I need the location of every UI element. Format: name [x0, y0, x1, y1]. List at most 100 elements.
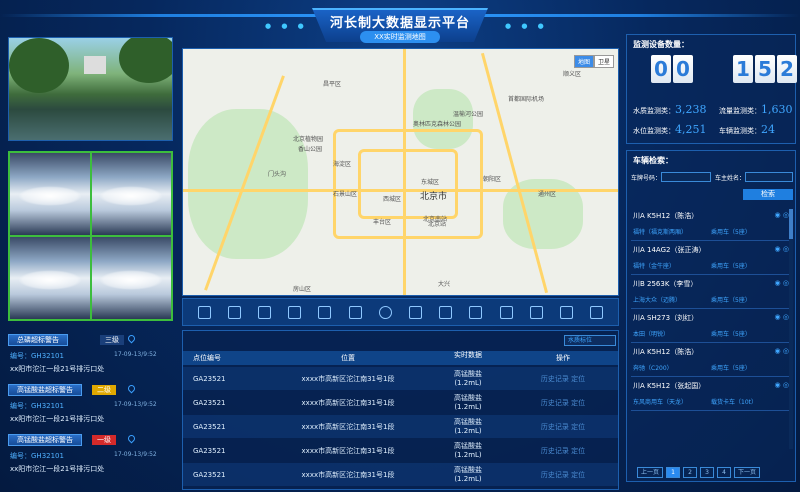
alert-time: 17-09-13/9:52	[114, 451, 157, 458]
prev-page-button[interactable]: 上一页	[637, 467, 664, 478]
video-feed[interactable]	[10, 153, 90, 235]
flask-icon[interactable]	[469, 305, 483, 319]
truck-icon[interactable]	[529, 305, 543, 319]
alert-time: 17-09-13/9:52	[114, 401, 157, 408]
col-header: 位置	[341, 354, 355, 362]
type-select[interactable]: 水质标位	[564, 335, 616, 346]
stat-flow: 流量监测类：1,630	[719, 103, 793, 116]
page-button[interactable]: 3	[700, 467, 715, 478]
stat-label: 水质监测类：	[633, 107, 675, 115]
cell-actions[interactable]: 历史记录 定位	[513, 446, 613, 456]
map-green-area	[188, 109, 308, 259]
locate-icon[interactable]: ◉ ◎	[775, 381, 789, 389]
video-feed[interactable]	[91, 153, 171, 235]
cell-location: xxxx市高新区沱江南31号1段	[301, 422, 395, 431]
stat-label: 流量监测类：	[719, 107, 761, 115]
cell-data: 高锰酸盐 (1.2mL)	[423, 442, 513, 460]
globe-icon[interactable]	[378, 305, 392, 319]
table-row[interactable]: GA23521 xxxx市高新区沱江南31号1段 高锰酸盐 (1.2mL) 历史记…	[183, 439, 618, 462]
alert-item[interactable]: 高锰酸盐超标警告 二级 编号：GH32101 17-09-13/9:52 xx阳…	[4, 382, 174, 432]
cell-actions[interactable]: 历史记录 定位	[513, 398, 613, 408]
fullscreen-icon[interactable]	[197, 305, 211, 319]
tree	[9, 38, 69, 93]
next-page-button[interactable]: 下一页	[734, 467, 761, 478]
refresh-icon[interactable]	[590, 305, 604, 319]
table-row[interactable]: GA23521 xxxx市高新区沱江南31号1段 高锰酸盐 (1.2mL) 历史记…	[183, 415, 618, 438]
alert-list: 总磷超标警告 三级 编号：GH32101 17-09-13/9:52 xx阳市沱…	[4, 332, 174, 482]
alert-title: 高锰酸盐超标警告	[8, 434, 82, 446]
layers-icon[interactable]	[227, 305, 241, 319]
video-feed[interactable]	[10, 237, 90, 319]
vehicle-item[interactable]: 川A SH273（刘红） ◉ ◎ 本田（明锐） 乘用车（5座）	[631, 309, 791, 343]
locate-icon[interactable]: ◉ ◎	[775, 313, 789, 321]
alert-text: xx阳市沱江一段21号排污口处	[10, 465, 105, 473]
scrollbar[interactable]	[789, 209, 793, 449]
vehicle-item[interactable]: 川A K5H12（陈浩） ◉ ◎ 福特（福克斯两厢） 乘用车（5座）	[631, 207, 791, 241]
cell-location: xxxx市高新区沱江南31号1段	[301, 374, 395, 383]
image-icon[interactable]	[348, 305, 362, 319]
vehicle-name: 川A 14AG2（张正涛）	[633, 246, 706, 254]
alert-code: 编号：GH32101	[10, 352, 64, 360]
cell-id: GA23521	[193, 374, 226, 383]
stat-value: 3,238	[675, 103, 707, 116]
panel-title: 车辆检索：	[633, 156, 673, 165]
vehicle-name: 川A K5H12（张起国）	[633, 382, 706, 390]
prev-icon[interactable]	[288, 305, 302, 319]
page-button[interactable]: 4	[717, 467, 732, 478]
alert-code: 编号：GH32101	[10, 402, 64, 410]
vehicle-item[interactable]: 川A K5H12（张起国） ◉ ◎ 东风商用车（天龙） 载货卡车（10t）	[631, 377, 791, 411]
cell-data-name: 高锰酸盐	[454, 369, 482, 378]
map-label: 门头沟	[268, 171, 287, 178]
alert-level-badge: 二级	[92, 385, 116, 395]
header-dots-right: ● ● ●	[505, 22, 548, 30]
owner-input[interactable]	[745, 172, 793, 182]
panel-title: 监测设备数量：	[633, 40, 689, 49]
page-button[interactable]: 1	[666, 467, 681, 478]
alert-item[interactable]: 总磷超标警告 三级 编号：GH32101 17-09-13/9:52 xx阳市沱…	[4, 332, 174, 382]
cell-actions[interactable]: 历史记录 定位	[513, 422, 613, 432]
next-icon[interactable]	[318, 305, 332, 319]
vehicle-type: 乘用车（5座）	[711, 365, 751, 372]
plate-input[interactable]	[661, 172, 711, 182]
locate-icon[interactable]: ◉ ◎	[775, 211, 789, 219]
building-icon[interactable]	[439, 305, 453, 319]
grid-icon[interactable]	[258, 305, 271, 319]
location-pin-icon[interactable]	[126, 383, 137, 394]
alert-item[interactable]: 高锰酸盐超标警告 一级 编号：GH32101 17-09-13/9:52 xx阳…	[4, 432, 174, 482]
table-row[interactable]: GA23521 xxxx市高新区沱江南31号1段 高锰酸盐 (1.2mL) 历史记…	[183, 367, 618, 390]
alert-text: xx阳市沱江一段21号排污口处	[10, 365, 105, 373]
chart-icon[interactable]	[499, 305, 513, 319]
export-icon[interactable]	[560, 305, 574, 319]
river-photo[interactable]	[8, 37, 173, 141]
vehicle-item[interactable]: 川B 2563K（李雪） ◉ ◎ 上海大众（迈腾） 乘用车（5座）	[631, 275, 791, 309]
video-feed[interactable]	[91, 237, 171, 319]
vehicle-type: 乘用车（5座）	[711, 331, 751, 338]
cell-actions[interactable]: 历史记录 定位	[513, 470, 613, 480]
vehicle-item[interactable]: 川A K5H12（陈浩） ◉ ◎ 奔驰（C200） 乘用车（5座）	[631, 343, 791, 377]
map-toggle-satellite[interactable]: 卫星	[593, 55, 614, 68]
map-ring-road	[358, 149, 458, 219]
cell-actions[interactable]: 历史记录 定位	[513, 374, 613, 384]
map-view[interactable]: 北京市 顺义区 昌平区 海淀区 朝阳区 石景山区 东城区 西城区 丰台区 通州区…	[182, 48, 619, 296]
map-label: 顺义区	[563, 71, 582, 78]
table-row[interactable]: GA23521 xxxx市高新区沱江南31号1段 高锰酸盐 (1.2mL) 历史记…	[183, 463, 618, 486]
map-label: 温榆河公园	[453, 111, 484, 118]
locate-icon[interactable]: ◉ ◎	[775, 347, 789, 355]
location-pin-icon[interactable]	[126, 433, 137, 444]
table-row[interactable]: GA23521 xxxx市高新区沱江南31号1段 高锰酸盐 (1.2mL) 历史记…	[183, 391, 618, 414]
camera-icon[interactable]	[409, 305, 423, 319]
vehicle-type: 乘用车（5座）	[711, 229, 751, 236]
vehicle-item[interactable]: 川A 14AG2（张正涛） ◉ ◎ 福特（金牛座） 乘用车（5座）	[631, 241, 791, 275]
locate-icon[interactable]: ◉ ◎	[775, 279, 789, 287]
map-city-label: 北京市	[420, 192, 448, 202]
map-label: 石景山区	[333, 191, 358, 198]
vehicle-model: 本田（明锐）	[633, 331, 670, 338]
locate-icon[interactable]: ◉ ◎	[775, 245, 789, 253]
search-button[interactable]: 检索	[743, 189, 793, 200]
page-button[interactable]: 2	[683, 467, 698, 478]
map-toggle-map[interactable]: 地图	[573, 55, 594, 68]
page-subtitle: XX实时监测地图	[360, 31, 440, 43]
alert-title: 总磷超标警告	[8, 334, 68, 346]
scrollbar-thumb[interactable]	[789, 209, 793, 239]
location-pin-icon[interactable]	[126, 333, 137, 344]
